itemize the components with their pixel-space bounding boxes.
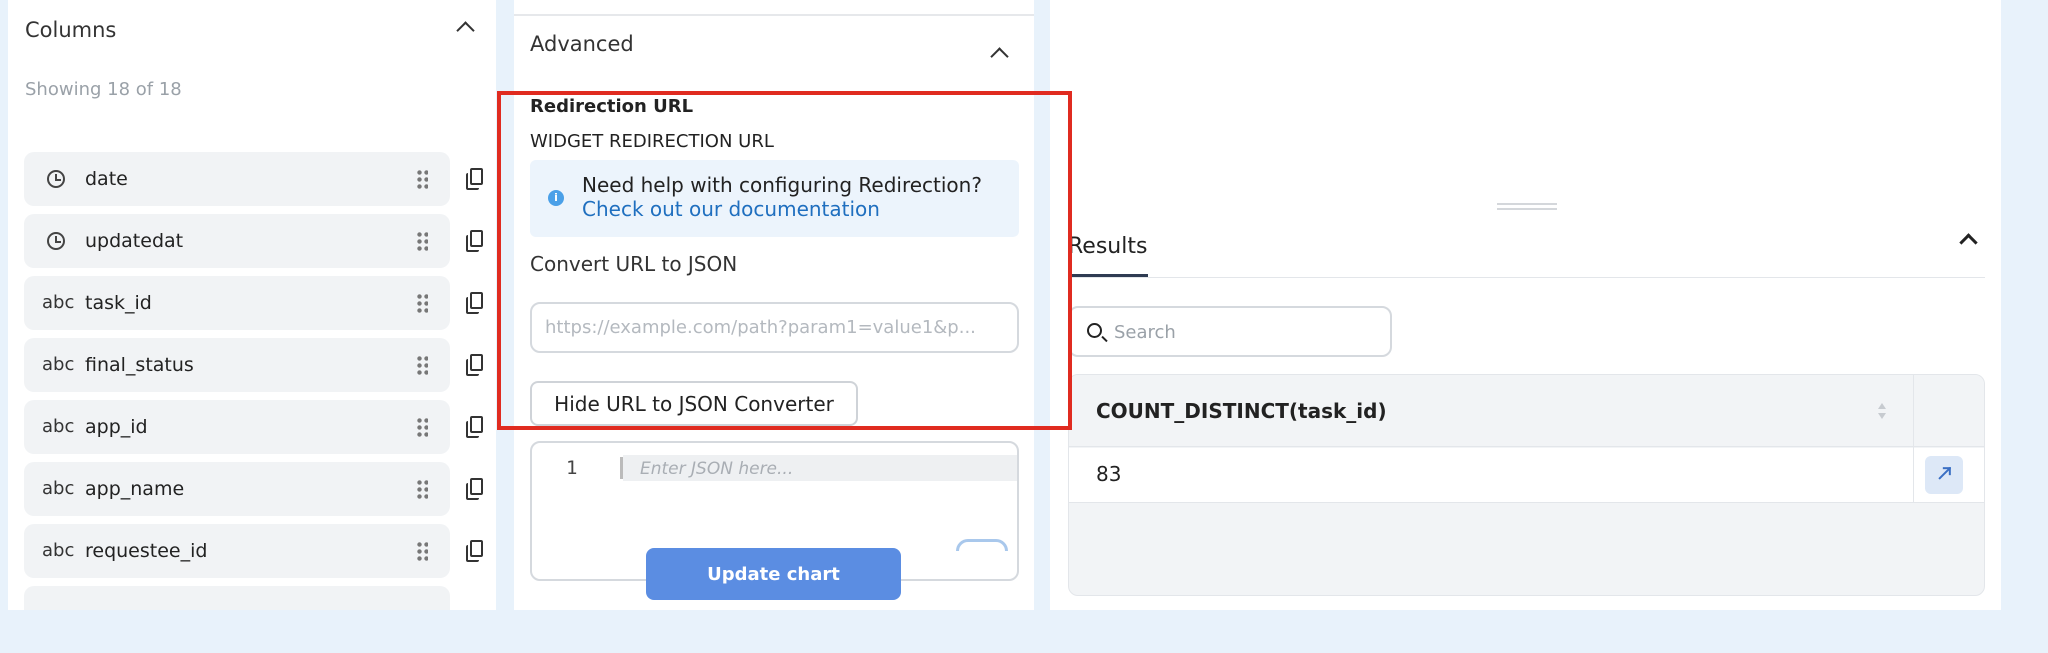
resize-handle[interactable] xyxy=(1497,203,1557,210)
column-name: date xyxy=(85,168,128,190)
clock-icon xyxy=(47,170,65,188)
drag-handle-icon[interactable] xyxy=(416,417,428,439)
column-item-date[interactable]: date xyxy=(24,152,483,206)
advanced-title: Advanced xyxy=(530,32,634,56)
column-name: task_id xyxy=(85,292,152,314)
columns-title: Columns xyxy=(25,18,117,42)
clock-icon xyxy=(47,232,65,250)
column-item-app-id[interactable]: abc app_id xyxy=(24,400,483,454)
drag-handle-icon[interactable] xyxy=(416,541,428,563)
results-table: COUNT_DISTINCT(task_id) 83 xyxy=(1068,374,1985,596)
drag-handle-icon[interactable] xyxy=(416,355,428,377)
search-icon xyxy=(1087,323,1102,338)
copy-icon[interactable] xyxy=(466,168,483,190)
text-cursor xyxy=(620,457,623,479)
json-placeholder: Enter JSON here... xyxy=(640,459,794,479)
string-type-icon: abc xyxy=(42,292,75,313)
drag-handle-icon[interactable] xyxy=(416,169,428,191)
line-number: 1 xyxy=(566,457,578,479)
column-name: app_name xyxy=(85,478,185,500)
copy-icon[interactable] xyxy=(466,292,483,314)
columns-count: Showing 18 of 18 xyxy=(25,79,182,100)
string-type-icon: abc xyxy=(42,478,75,499)
string-type-icon: abc xyxy=(42,416,75,437)
column-header[interactable]: COUNT_DISTINCT(task_id) xyxy=(1096,399,1387,423)
update-chart-button[interactable]: Update chart xyxy=(646,548,901,600)
column-name: app_id xyxy=(85,416,148,438)
column-item-partial[interactable] xyxy=(24,586,450,610)
column-item-task-id[interactable]: abc task_id xyxy=(24,276,483,330)
tab-divider xyxy=(1068,277,1985,278)
column-item-app-name[interactable]: abc app_name xyxy=(24,462,483,516)
collapse-results-icon[interactable] xyxy=(1959,233,1978,252)
column-name: updatedat xyxy=(85,230,184,252)
columns-panel: Columns Showing 18 of 18 date updatedat … xyxy=(8,0,496,610)
copy-icon[interactable] xyxy=(466,354,483,376)
copy-icon[interactable] xyxy=(466,416,483,438)
cell-value: 83 xyxy=(1096,462,1122,486)
copy-icon[interactable] xyxy=(466,230,483,252)
sort-icon[interactable] xyxy=(1877,403,1887,421)
arrow-up-right-icon xyxy=(1938,468,1950,480)
highlight-box xyxy=(497,91,1072,430)
string-type-icon: abc xyxy=(42,540,75,561)
collapse-advanced-icon[interactable] xyxy=(990,47,1009,66)
column-item-final-status[interactable]: abc final_status xyxy=(24,338,483,392)
column-name: final_status xyxy=(85,354,194,376)
results-panel: Results COUNT_DISTINCT(task_id) 83 xyxy=(1050,0,2001,610)
copy-icon[interactable] xyxy=(466,478,483,500)
column-name: requestee_id xyxy=(85,540,208,562)
section-divider xyxy=(514,14,1034,16)
string-type-icon: abc xyxy=(42,354,75,375)
column-separator xyxy=(1913,375,1914,503)
copy-icon[interactable] xyxy=(466,540,483,562)
search-box[interactable] xyxy=(1068,306,1392,357)
search-input[interactable] xyxy=(1114,317,1374,347)
column-item-updatedat[interactable]: updatedat xyxy=(24,214,483,268)
table-row: 83 xyxy=(1069,448,1984,503)
tab-results[interactable]: Results xyxy=(1068,234,1147,259)
drag-handle-icon[interactable] xyxy=(416,479,428,501)
column-item-requestee-id[interactable]: abc requestee_id xyxy=(24,524,483,578)
drag-handle-icon[interactable] xyxy=(416,231,428,253)
drag-handle-icon[interactable] xyxy=(416,293,428,315)
table-header-row: COUNT_DISTINCT(task_id) xyxy=(1069,375,1984,447)
open-in-new-button[interactable] xyxy=(1925,456,1963,494)
collapse-columns-icon[interactable] xyxy=(456,21,475,40)
